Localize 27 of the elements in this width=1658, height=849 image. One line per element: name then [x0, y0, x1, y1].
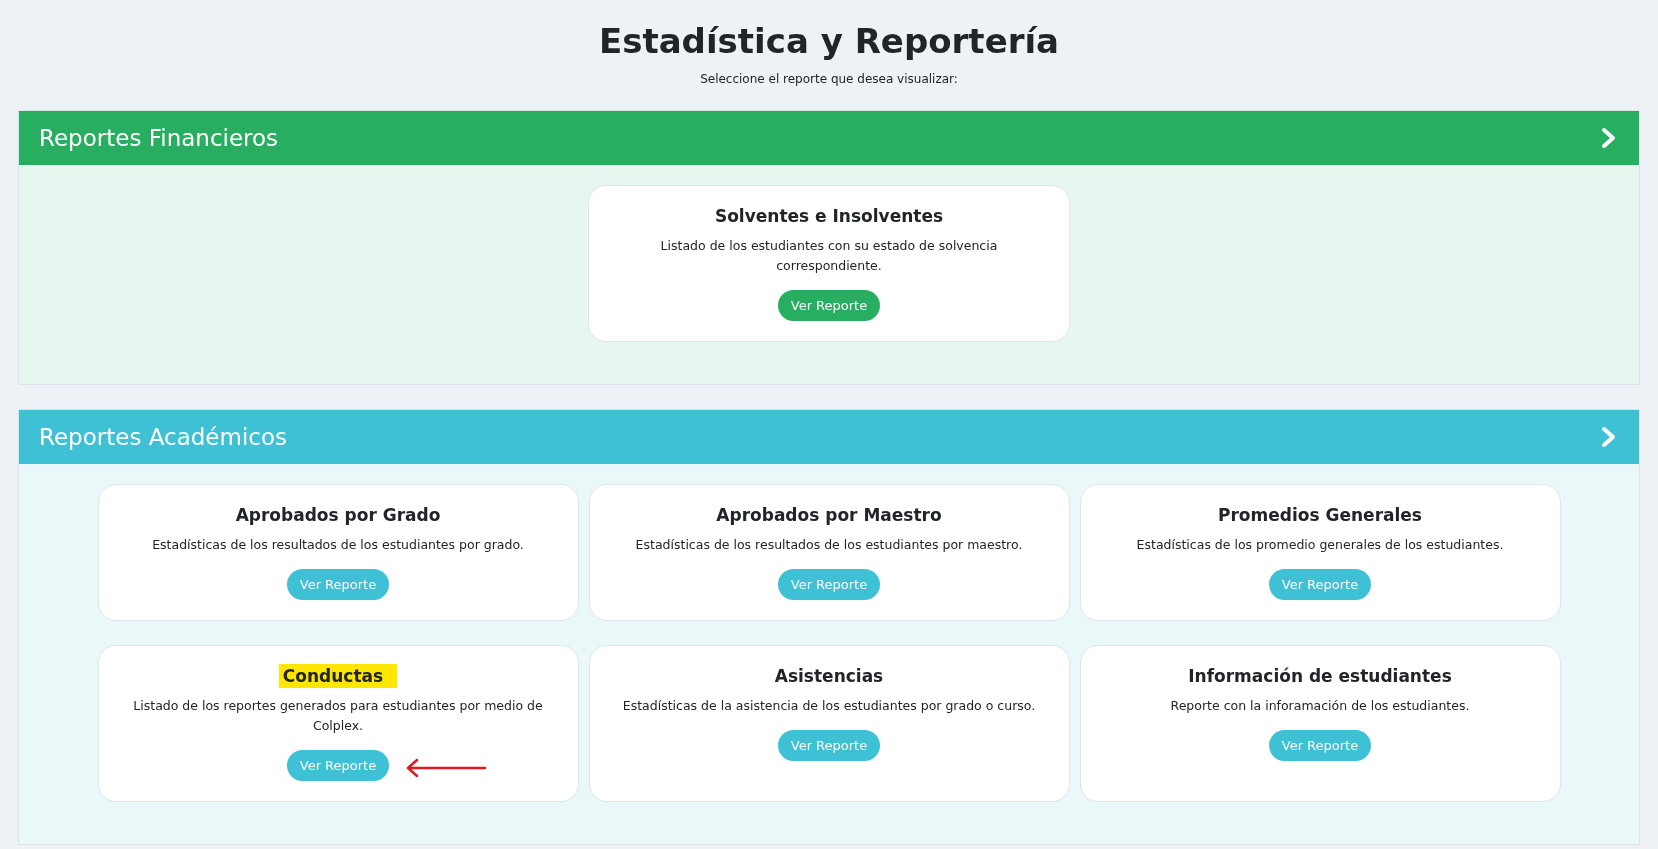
report-description: Listado de los estudiantes con su estado de solvencia correspondiente. [659, 237, 999, 275]
report-description: Estadísticas de los resultados de los estudiantes por grado. [152, 536, 524, 554]
report-title: Información de estudiantes [1187, 665, 1453, 688]
chevron-right-icon [1601, 426, 1617, 448]
view-report-button[interactable]: Ver Reporte [777, 730, 881, 761]
report-title: Solventes e Insolventes [713, 205, 945, 228]
report-description: Estadísticas de los promedio generales de los estudiantes. [1136, 536, 1504, 554]
report-description: Listado de los reportes generados para estudiantes por medio de Colplex. [132, 697, 544, 735]
view-report-button[interactable]: Ver Reporte [1268, 569, 1372, 600]
view-report-button[interactable]: Ver Reporte [286, 750, 390, 781]
page-subtitle: Seleccione el reporte que desea visualizar: [699, 72, 959, 86]
report-title: Aprobados por Grado [234, 504, 442, 527]
report-title: Conductas [278, 664, 398, 688]
view-report-button[interactable]: Ver Reporte [1268, 730, 1372, 761]
report-title: Asistencias [773, 665, 885, 688]
page-title: Estadística y Reportería [597, 20, 1061, 62]
section-header[interactable]: Reportes Financieros [19, 111, 1639, 165]
chevron-right-icon [1601, 127, 1617, 149]
view-report-button[interactable]: Ver Reporte [286, 569, 390, 600]
report-description: Estadísticas de los resultados de los estudiantes por maestro. [635, 536, 1023, 554]
view-report-button[interactable]: Ver Reporte [777, 290, 881, 321]
report-title: Promedios Generales [1217, 504, 1423, 527]
section-header[interactable]: Reportes Académicos [19, 410, 1639, 464]
report-description: Estadísticas de la asistencia de los estudiantes por grado o curso. [622, 697, 1036, 715]
view-report-button[interactable]: Ver Reporte [777, 569, 881, 600]
report-title: Aprobados por Maestro [715, 504, 943, 527]
report-description: Reporte con la inforamación de los estudiantes. [1170, 697, 1470, 715]
